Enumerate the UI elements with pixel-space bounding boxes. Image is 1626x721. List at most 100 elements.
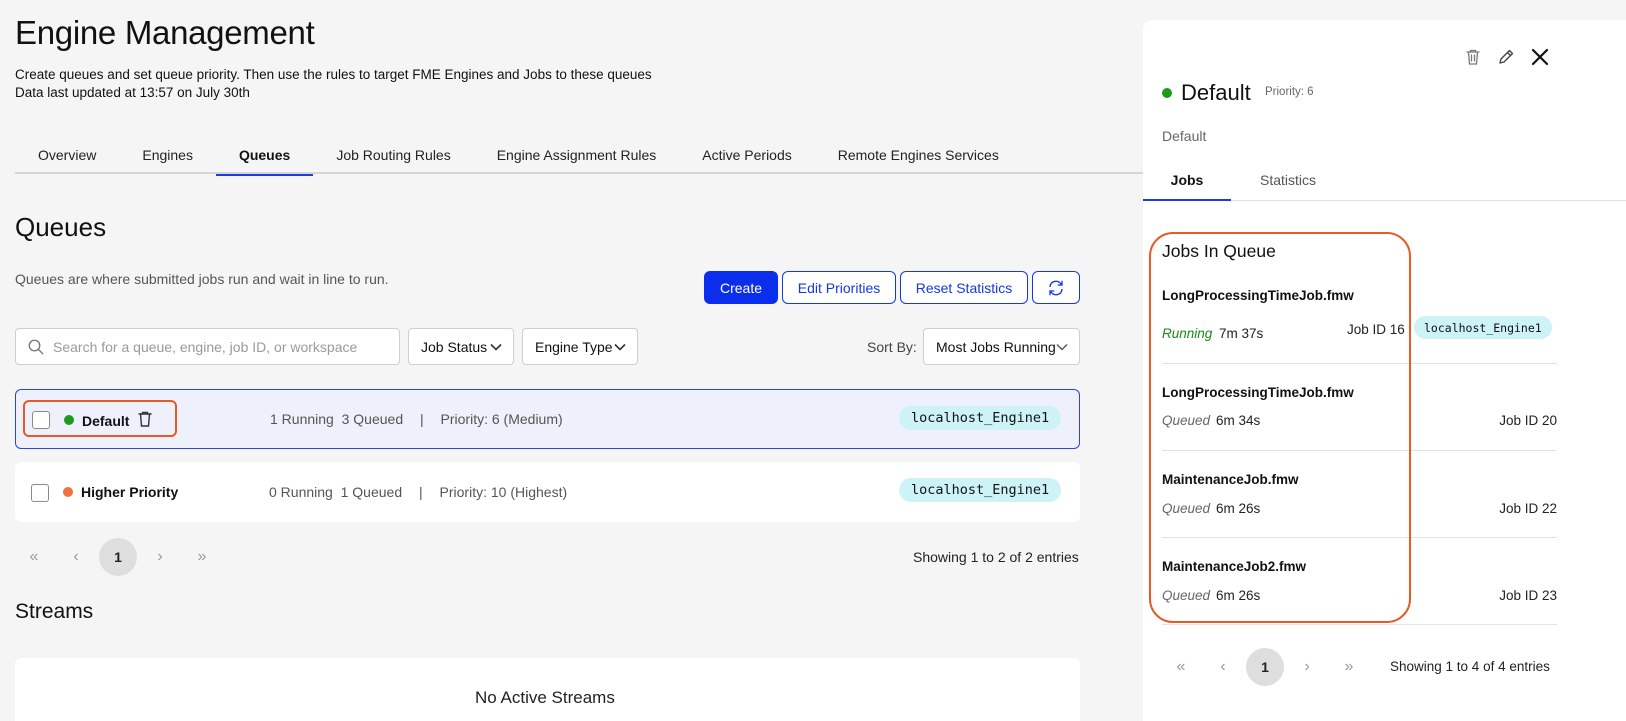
job-name: LongProcessingTimeJob.fmw: [1162, 385, 1354, 400]
job-status: Queued: [1162, 413, 1211, 428]
jobs-pagination: « ‹ 1 › »: [1162, 648, 1372, 686]
next-page-button[interactable]: ›: [1288, 648, 1326, 686]
page-1-button[interactable]: 1: [99, 538, 137, 576]
reset-statistics-button[interactable]: Reset Statistics: [900, 271, 1028, 304]
delete-queue-button[interactable]: [1462, 46, 1484, 68]
divider: [1162, 363, 1557, 364]
edit-queue-button[interactable]: [1495, 46, 1517, 68]
engine-type-label: Engine Type: [535, 338, 613, 355]
search-input[interactable]: Search for a queue, engine, job ID, or w…: [15, 328, 400, 365]
queues-pagination: « ‹ 1 › »: [15, 538, 225, 576]
close-icon: [1531, 48, 1549, 66]
next-page-button[interactable]: ›: [141, 538, 179, 576]
job-elapsed: 6m 26s: [1216, 588, 1261, 603]
tab-jobs[interactable]: Jobs: [1143, 161, 1231, 201]
queue-info: 1 Running 3 Queued | Priority: 6 (Medium…: [270, 411, 563, 427]
divider: [1162, 537, 1557, 538]
last-page-button[interactable]: »: [1330, 648, 1368, 686]
refresh-button[interactable]: [1032, 271, 1080, 304]
job-id: Job ID 22: [1499, 501, 1557, 516]
job-item[interactable]: LongProcessingTimeJob.fmw Queued 6m 34s …: [1162, 385, 1557, 435]
sort-dropdown[interactable]: Most Jobs Running: [923, 328, 1080, 365]
queue-row-default[interactable]: Default 1 Running 3 Queued | Priority: 6…: [15, 389, 1080, 449]
job-elapsed: 7m 37s: [1219, 326, 1264, 341]
streams-panel: No Active Streams: [15, 658, 1080, 721]
divider: [1162, 624, 1557, 625]
separator: |: [420, 411, 424, 427]
running-count: 0 Running: [269, 484, 333, 500]
queued-count: 3 Queued: [341, 411, 404, 427]
page-title: Engine Management: [15, 14, 315, 51]
status-dot: [63, 487, 73, 497]
status-dot: [1162, 88, 1172, 98]
engine-type-dropdown[interactable]: Engine Type: [522, 328, 638, 365]
last-page-button[interactable]: »: [183, 538, 221, 576]
queues-description: Queues are where submitted jobs run and …: [15, 271, 389, 287]
prev-page-button[interactable]: ‹: [1204, 648, 1242, 686]
job-item[interactable]: MaintenanceJob.fmw Queued 6m 26s Job ID …: [1162, 472, 1557, 522]
job-elapsed: 6m 26s: [1216, 501, 1261, 516]
create-button[interactable]: Create: [704, 271, 778, 304]
search-placeholder: Search for a queue, engine, job ID, or w…: [53, 338, 358, 355]
engine-chip: localhost_Engine1: [1414, 316, 1552, 339]
job-item[interactable]: MaintenanceJob2.fmw Queued 6m 26s Job ID…: [1162, 559, 1557, 609]
sort-by-label: Sort By:: [867, 339, 917, 355]
queue-name: Higher Priority: [81, 484, 179, 500]
edit-priorities-button[interactable]: Edit Priorities: [782, 271, 896, 304]
tab-engines[interactable]: Engines: [119, 137, 216, 174]
queues-title: Queues: [15, 212, 107, 242]
tab-engine-assignment-rules[interactable]: Engine Assignment Rules: [474, 137, 680, 174]
job-status: Queued: [1162, 501, 1211, 516]
panel-tabs: Jobs Statistics: [1143, 161, 1626, 201]
divider: [1162, 450, 1557, 451]
job-status-dropdown[interactable]: Job Status: [408, 328, 514, 365]
page-1-button[interactable]: 1: [1246, 648, 1284, 686]
first-page-button[interactable]: «: [1162, 648, 1200, 686]
engine-chip: localhost_Engine1: [899, 406, 1062, 430]
job-name: MaintenanceJob.fmw: [1162, 472, 1299, 487]
panel-description: Default: [1162, 128, 1207, 144]
close-panel-button[interactable]: [1529, 46, 1551, 68]
job-id: Job ID 23: [1499, 588, 1557, 603]
main-content: Engine Management Create queues and set …: [0, 0, 1143, 721]
chevron-down-icon: [1056, 343, 1068, 350]
job-name: MaintenanceJob2.fmw: [1162, 559, 1307, 574]
pencil-icon: [1499, 49, 1514, 64]
job-id: Job ID 16: [1347, 322, 1405, 337]
running-count: 1 Running: [270, 411, 334, 427]
queue-row-higher-priority[interactable]: Higher Priority 0 Running 1 Queued | Pri…: [15, 462, 1080, 522]
main-tabs: Overview Engines Queues Job Routing Rule…: [15, 137, 1143, 176]
chevron-down-icon: [490, 343, 502, 351]
panel-title: Default: [1181, 80, 1251, 105]
streams-title: Streams: [15, 600, 94, 623]
queue-info: 0 Running 1 Queued | Priority: 10 (Highe…: [269, 484, 567, 500]
search-icon: [28, 339, 44, 354]
page-description: Create queues and set queue priority. Th…: [15, 67, 652, 82]
sort-value: Most Jobs Running: [936, 338, 1056, 355]
job-item[interactable]: LongProcessingTimeJob.fmw Running 7m 37s…: [1162, 288, 1557, 348]
row-checkbox[interactable]: [31, 484, 49, 502]
tab-statistics[interactable]: Statistics: [1243, 161, 1333, 200]
tab-remote-engines-services[interactable]: Remote Engines Services: [815, 137, 1022, 174]
tab-job-routing-rules[interactable]: Job Routing Rules: [313, 137, 473, 174]
jobs-showing-text: Showing 1 to 4 of 4 entries: [1390, 659, 1550, 674]
tab-active-periods[interactable]: Active Periods: [679, 137, 814, 174]
queued-count: 1 Queued: [340, 484, 403, 500]
chevron-down-icon: [614, 343, 626, 351]
job-elapsed: 6m 34s: [1216, 413, 1261, 428]
row-checkbox[interactable]: [32, 411, 50, 429]
last-updated-text: Data last updated at 13:57 on July 30th: [15, 85, 250, 100]
streams-empty-text: No Active Streams: [475, 688, 615, 707]
tab-queues[interactable]: Queues: [215, 137, 314, 176]
prev-page-button[interactable]: ‹: [57, 538, 95, 576]
trash-icon: [1466, 49, 1480, 65]
queues-showing-text: Showing 1 to 2 of 2 entries: [913, 549, 1079, 565]
first-page-button[interactable]: «: [15, 538, 53, 576]
trash-icon[interactable]: [137, 410, 153, 428]
status-dot: [64, 415, 74, 425]
separator: |: [419, 484, 423, 500]
job-status-label: Job Status: [421, 338, 488, 355]
engine-chip: localhost_Engine1: [899, 478, 1062, 502]
tab-overview[interactable]: Overview: [15, 137, 119, 174]
jobs-in-queue-title: Jobs In Queue: [1162, 241, 1276, 261]
